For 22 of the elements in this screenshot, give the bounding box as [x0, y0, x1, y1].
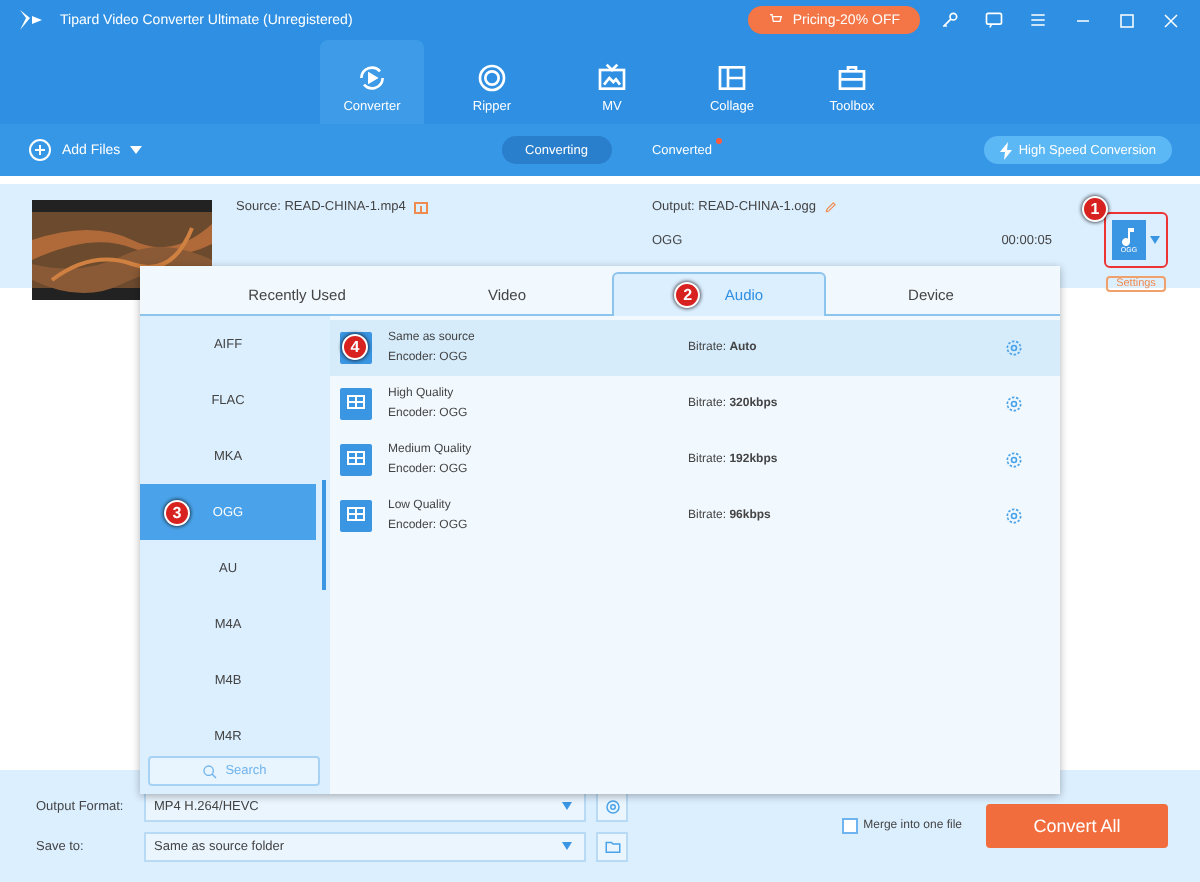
cart-icon [768, 12, 785, 28]
logo-icon [16, 6, 44, 34]
caret-icon[interactable] [1150, 236, 1160, 244]
pencil-icon [824, 200, 839, 214]
search-icon [201, 763, 218, 779]
disc-icon [476, 62, 508, 94]
preset-icon [340, 444, 372, 476]
convert-icon [356, 62, 388, 94]
caret-icon [562, 842, 572, 850]
plus-circle-icon [28, 138, 52, 162]
preset-icon [340, 388, 372, 420]
info-icon[interactable] [413, 201, 428, 213]
toolbox-icon [836, 62, 868, 94]
caret-icon [562, 802, 572, 810]
caret-icon [130, 146, 143, 154]
step-marker: 1 [1082, 196, 1108, 222]
collage-icon [716, 62, 748, 94]
folder-icon[interactable] [596, 831, 628, 861]
lightning-icon [1000, 141, 1013, 159]
tv-icon [596, 62, 628, 94]
preset-icon: 4 [340, 332, 372, 364]
preset-icon [340, 500, 372, 532]
